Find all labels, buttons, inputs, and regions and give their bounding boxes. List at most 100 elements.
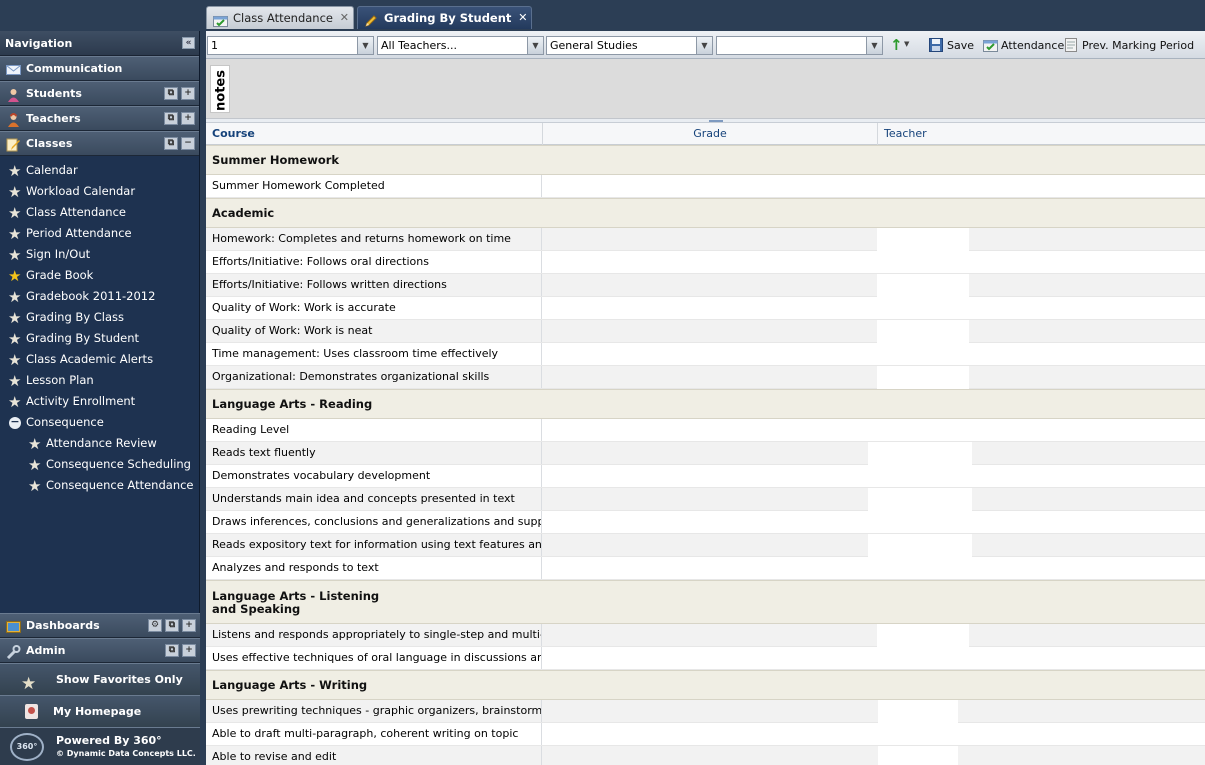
close-icon[interactable]: ✕ — [518, 7, 527, 29]
teacher-cell[interactable] — [877, 624, 969, 647]
grade-cell[interactable] — [543, 647, 878, 669]
table-row[interactable]: Efforts/Initiative: Follows oral directi… — [206, 251, 1205, 274]
table-row[interactable]: Time management: Uses classroom time eff… — [206, 343, 1205, 366]
table-row[interactable]: Demonstrates vocabulary development — [206, 465, 1205, 488]
sidebar-item-workload-calendar[interactable]: ★ Workload Calendar — [0, 181, 199, 202]
grade-cell[interactable] — [543, 228, 878, 250]
grade-cell[interactable] — [543, 723, 878, 745]
sidebar-item-period-attendance[interactable]: ★ Period Attendance — [0, 223, 199, 244]
sidebar-item-consequence[interactable]: − Consequence — [0, 412, 199, 433]
grade-cell[interactable] — [543, 700, 878, 722]
sidebar-item-consequence-attendance[interactable]: ★ Consequence Attendance — [0, 475, 199, 496]
sidebar-item-calendar[interactable]: ★ Calendar — [0, 160, 199, 181]
table-row[interactable]: Efforts/Initiative: Follows written dire… — [206, 274, 1205, 297]
column-header-teacher[interactable]: Teacher — [878, 123, 1205, 145]
grade-cell[interactable] — [543, 511, 878, 533]
sidebar-item-activity-enrollment[interactable]: ★ Activity Enrollment — [0, 391, 199, 412]
expand-icon[interactable]: + — [181, 87, 195, 100]
grade-cell[interactable] — [543, 488, 878, 510]
sidebar-item-class-attendance[interactable]: ★ Class Attendance — [0, 202, 199, 223]
star-icon[interactable]: ★ — [8, 308, 21, 329]
sidebar-item-attendance-review[interactable]: ★ Attendance Review — [0, 433, 199, 454]
teacher-select[interactable]: All Teachers... ▼ — [377, 36, 544, 55]
teacher-cell[interactable] — [868, 488, 972, 511]
column-header-grade[interactable]: Grade — [543, 123, 878, 145]
sidebar-item-grading-by-class[interactable]: ★ Grading By Class — [0, 307, 199, 328]
table-row[interactable]: Draws inferences, conclusions and genera… — [206, 511, 1205, 534]
chevron-down-icon[interactable]: ▼ — [696, 37, 712, 54]
section-students[interactable]: Students ⧉ + — [0, 81, 199, 106]
grade-cell[interactable] — [543, 557, 878, 579]
grade-cell[interactable] — [543, 297, 878, 319]
table-row[interactable]: Homework: Completes and returns homework… — [206, 228, 1205, 251]
sidebar-item-consequence-scheduling[interactable]: ★ Consequence Scheduling — [0, 454, 199, 475]
teacher-cell[interactable] — [877, 366, 969, 389]
sidebar-item-lesson-plan[interactable]: ★ Lesson Plan — [0, 370, 199, 391]
expand-icon[interactable]: + — [181, 112, 195, 125]
collapse-icon[interactable]: « — [182, 37, 195, 49]
prev-marking-period-button[interactable]: Prev. Marking Period — [1064, 37, 1194, 54]
star-icon[interactable]: ★ — [8, 161, 21, 182]
star-icon[interactable]: ★ — [28, 476, 41, 497]
sidebar-item-gradebook-2011-2012[interactable]: ★ Gradebook 2011-2012 — [0, 286, 199, 307]
popout-icon[interactable]: ⧉ — [165, 644, 179, 657]
section-classes[interactable]: Classes ⧉ − — [0, 131, 199, 156]
grade-cell[interactable] — [543, 320, 878, 342]
save-button[interactable]: Save — [929, 37, 974, 54]
column-header-course[interactable]: Course — [206, 123, 543, 145]
teacher-cell[interactable] — [877, 274, 969, 297]
star-icon[interactable]: ★ — [8, 350, 21, 371]
term-select[interactable]: 1 ▼ — [207, 36, 374, 55]
settings-icon[interactable]: ⚙ — [148, 619, 162, 632]
teacher-cell[interactable] — [868, 534, 972, 557]
chevron-down-icon[interactable]: ▼ — [527, 37, 543, 54]
section-dashboards[interactable]: Dashboards ⚙ ⧉ + — [0, 613, 200, 638]
group-row[interactable]: Language Arts - Listening and Speaking — [206, 580, 1205, 624]
group-row[interactable]: Summer Homework — [206, 145, 1205, 175]
show-favorites-button[interactable]: ★ Show Favorites Only — [0, 663, 200, 695]
star-icon[interactable]: ★ — [8, 182, 21, 203]
tab-grading-by-student[interactable]: Grading By Student ✕ — [357, 6, 533, 29]
teacher-cell[interactable] — [878, 647, 1205, 669]
teacher-cell[interactable] — [868, 442, 972, 465]
star-icon[interactable]: ★ — [8, 329, 21, 350]
grade-cell[interactable] — [543, 274, 878, 296]
teacher-cell[interactable] — [878, 343, 1205, 365]
tab-class-attendance[interactable]: Class Attendance ✕ — [206, 6, 354, 29]
table-row[interactable]: Quality of Work: Work is neat — [206, 320, 1205, 343]
table-row[interactable]: Uses prewriting techniques - graphic org… — [206, 700, 1205, 723]
teacher-cell[interactable] — [878, 723, 1205, 745]
group-row[interactable]: Academic — [206, 198, 1205, 228]
teacher-cell[interactable] — [877, 228, 969, 251]
star-icon[interactable]: ★ — [8, 371, 21, 392]
grade-cell[interactable] — [543, 419, 878, 441]
popout-icon[interactable]: ⧉ — [164, 87, 178, 100]
grade-cell[interactable] — [543, 175, 878, 197]
sidebar-item-sign-in-out[interactable]: ★ Sign In/Out — [0, 244, 199, 265]
teacher-cell[interactable] — [878, 746, 958, 765]
teacher-cell[interactable] — [878, 557, 1205, 579]
star-icon[interactable]: ★ — [8, 287, 21, 308]
star-icon[interactable]: ★ — [8, 245, 21, 266]
teacher-cell[interactable] — [878, 251, 1205, 273]
grade-cell[interactable] — [543, 534, 878, 556]
table-row[interactable]: Analyzes and responds to text — [206, 557, 1205, 580]
group-row[interactable]: Language Arts - Writing — [206, 670, 1205, 700]
close-icon[interactable]: ✕ — [340, 7, 349, 29]
grade-cell[interactable] — [543, 465, 878, 487]
group-row[interactable]: Language Arts - Reading — [206, 389, 1205, 419]
subject-select[interactable]: General Studies ▼ — [546, 36, 713, 55]
table-row[interactable]: Reads text fluently — [206, 442, 1205, 465]
chevron-down-icon[interactable]: ▼ — [904, 40, 909, 48]
chevron-down-icon[interactable]: ▼ — [357, 37, 373, 54]
table-row[interactable]: Able to draft multi-paragraph, coherent … — [206, 723, 1205, 746]
grade-cell[interactable] — [543, 251, 878, 273]
star-icon[interactable]: ★ — [8, 224, 21, 245]
expand-icon[interactable]: + — [182, 644, 196, 657]
section-teachers[interactable]: Teachers ⧉ + — [0, 106, 199, 131]
sidebar-item-grade-book[interactable]: ★ Grade Book — [0, 265, 199, 286]
popout-icon[interactable]: ⧉ — [165, 619, 179, 632]
grade-cell[interactable] — [543, 624, 878, 646]
expand-icon[interactable]: + — [182, 619, 196, 632]
table-row[interactable]: Organizational: Demonstrates organizatio… — [206, 366, 1205, 389]
